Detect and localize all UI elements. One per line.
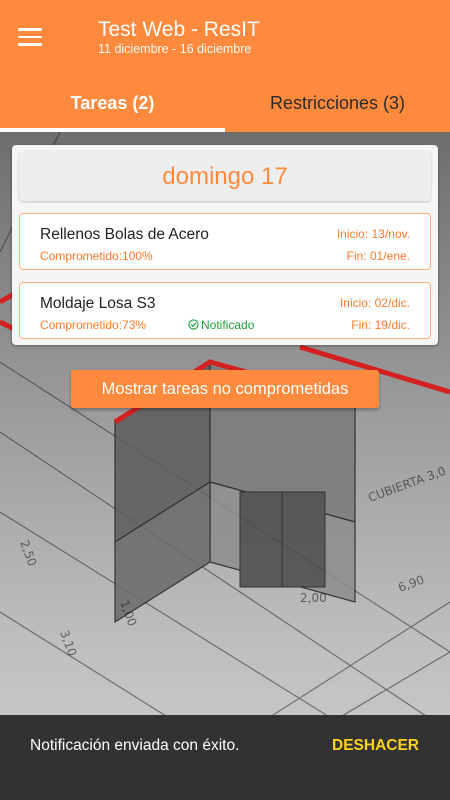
tab-restricciones[interactable]: Restricciones (3) [225,88,450,132]
tab-tareas[interactable]: Tareas (2) [0,88,225,132]
show-uncommitted-tasks-button[interactable]: Mostrar tareas no comprometidas [71,370,379,408]
task-committed: Comprometido:100% [40,249,153,263]
hamburger-menu-icon[interactable] [18,28,42,46]
app-bar: Test Web - ResIT 11 diciembre - 16 dicie… [0,0,450,132]
task-end-date: Fin: 01/ene. [346,249,410,263]
day-title: domingo 17 [19,151,431,201]
task-name: Rellenos Bolas de Acero [40,226,209,243]
date-range-subtitle: 11 diciembre - 16 diciembre [98,42,252,56]
snackbar: Notificación enviada con éxito. DESHACER [0,715,450,800]
notified-badge: Notificado [188,318,254,332]
svg-text:2,00: 2,00 [300,591,327,605]
day-card: domingo 17 Rellenos Bolas de Acero Compr… [12,145,438,345]
task-item[interactable]: Rellenos Bolas de Acero Comprometido:100… [19,213,431,270]
svg-text:3,10: 3,10 [57,628,79,658]
active-tab-indicator [0,128,225,132]
svg-text:6,90: 6,90 [396,573,426,595]
task-item[interactable]: Moldaje Losa S3 Comprometido:73% Notific… [19,282,431,339]
task-committed: Comprometido:73% [40,318,147,332]
task-start-date: Inicio: 02/dic. [339,296,410,310]
svg-text:CUBIERTA 3,0: CUBIERTA 3,0 [366,464,447,505]
undo-button[interactable]: DESHACER [332,737,419,755]
task-end-date: Fin: 19/dic. [351,318,410,332]
check-circle-icon [188,319,199,330]
snackbar-message: Notificación enviada con éxito. [30,737,240,754]
notified-label: Notificado [201,318,255,332]
app-title: Test Web - ResIT [98,18,260,41]
task-name: Moldaje Losa S3 [40,295,156,312]
svg-text:2,50: 2,50 [17,538,39,568]
task-start-date: Inicio: 13/nov. [336,227,410,241]
